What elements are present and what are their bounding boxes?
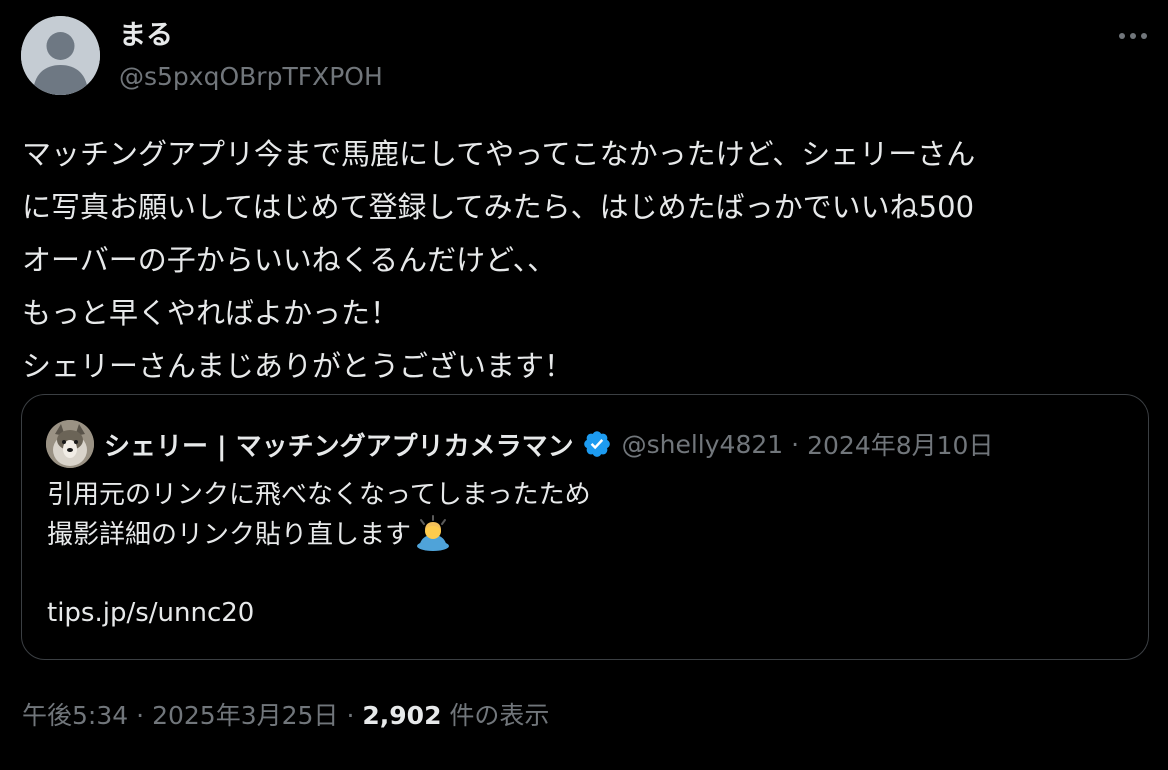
views-label: 件の表示 bbox=[449, 701, 550, 730]
quoted-tweet-text: 引用元のリンクに飛べなくなってしまったため 撮影詳細のリンク貼り直します bbox=[47, 475, 591, 555]
quoted-tweet-date[interactable]: 2024年8月10日 bbox=[807, 426, 993, 462]
quoted-tweet-header: シェリー | マッチングアプリカメラマン @shelly4821 · 2024年… bbox=[46, 419, 993, 469]
quoted-text-line: 撮影詳細のリンク貼り直します bbox=[47, 515, 591, 555]
tweet-time[interactable]: 午後5:34 bbox=[22, 701, 128, 730]
separator-dot: · bbox=[791, 429, 800, 459]
quoted-text-line: 引用元のリンクに飛べなくなってしまったため bbox=[47, 480, 591, 510]
separator-dot: · bbox=[346, 701, 355, 730]
tweet-text-line: に写真お願いしてはじめて登録してみたら、はじめたばっかでいいね500 bbox=[22, 190, 975, 224]
author-display-name[interactable]: まる bbox=[119, 18, 173, 54]
tweet-text-line: シェリーさんまじありがとうございます！ bbox=[22, 349, 574, 383]
quoted-author-handle[interactable]: @shelly4821 bbox=[622, 430, 784, 459]
quoted-author-avatar[interactable] bbox=[46, 420, 94, 468]
more-options-button[interactable] bbox=[1113, 20, 1153, 52]
tweet-text: マッチングアプリ今まで馬鹿にしてやってこなかったけど、シェリーさん に写真お願い… bbox=[22, 128, 1147, 393]
tweet-text-line: オーバーの子からいいねくるんだけど、、 bbox=[22, 243, 557, 277]
default-avatar-icon bbox=[21, 16, 100, 95]
quoted-text-line-content: 撮影詳細のリンク貼り直します bbox=[47, 520, 412, 550]
quoted-author-display-name[interactable]: シェリー | マッチングアプリカメラマン bbox=[104, 426, 574, 463]
more-horizontal-icon bbox=[1119, 33, 1147, 39]
author-handle[interactable]: @s5pxqOBrpTFXPOH bbox=[119, 60, 383, 94]
person-bowing-emoji-icon bbox=[417, 515, 450, 551]
tweet-date[interactable]: 2025年3月25日 bbox=[152, 701, 338, 730]
separator-dot: · bbox=[136, 701, 145, 730]
tweet-meta: 午後5:34 · 2025年3月25日 · 2,902 件の表示 bbox=[22, 696, 549, 736]
tweet-text-line: マッチングアプリ今まで馬鹿にしてやってこなかったけど、シェリーさん bbox=[22, 137, 976, 171]
dog-avatar-icon bbox=[46, 420, 94, 468]
tweet-text-line: もっと早くやればよかった！ bbox=[22, 296, 400, 330]
quoted-tweet-link[interactable]: tips.jp/s/unnc20 bbox=[47, 593, 254, 633]
author-avatar[interactable] bbox=[21, 16, 100, 95]
views-count[interactable]: 2,902 bbox=[362, 701, 441, 730]
verified-badge-icon bbox=[583, 431, 610, 457]
quoted-tweet-card[interactable]: シェリー | マッチングアプリカメラマン @shelly4821 · 2024年… bbox=[21, 394, 1149, 660]
